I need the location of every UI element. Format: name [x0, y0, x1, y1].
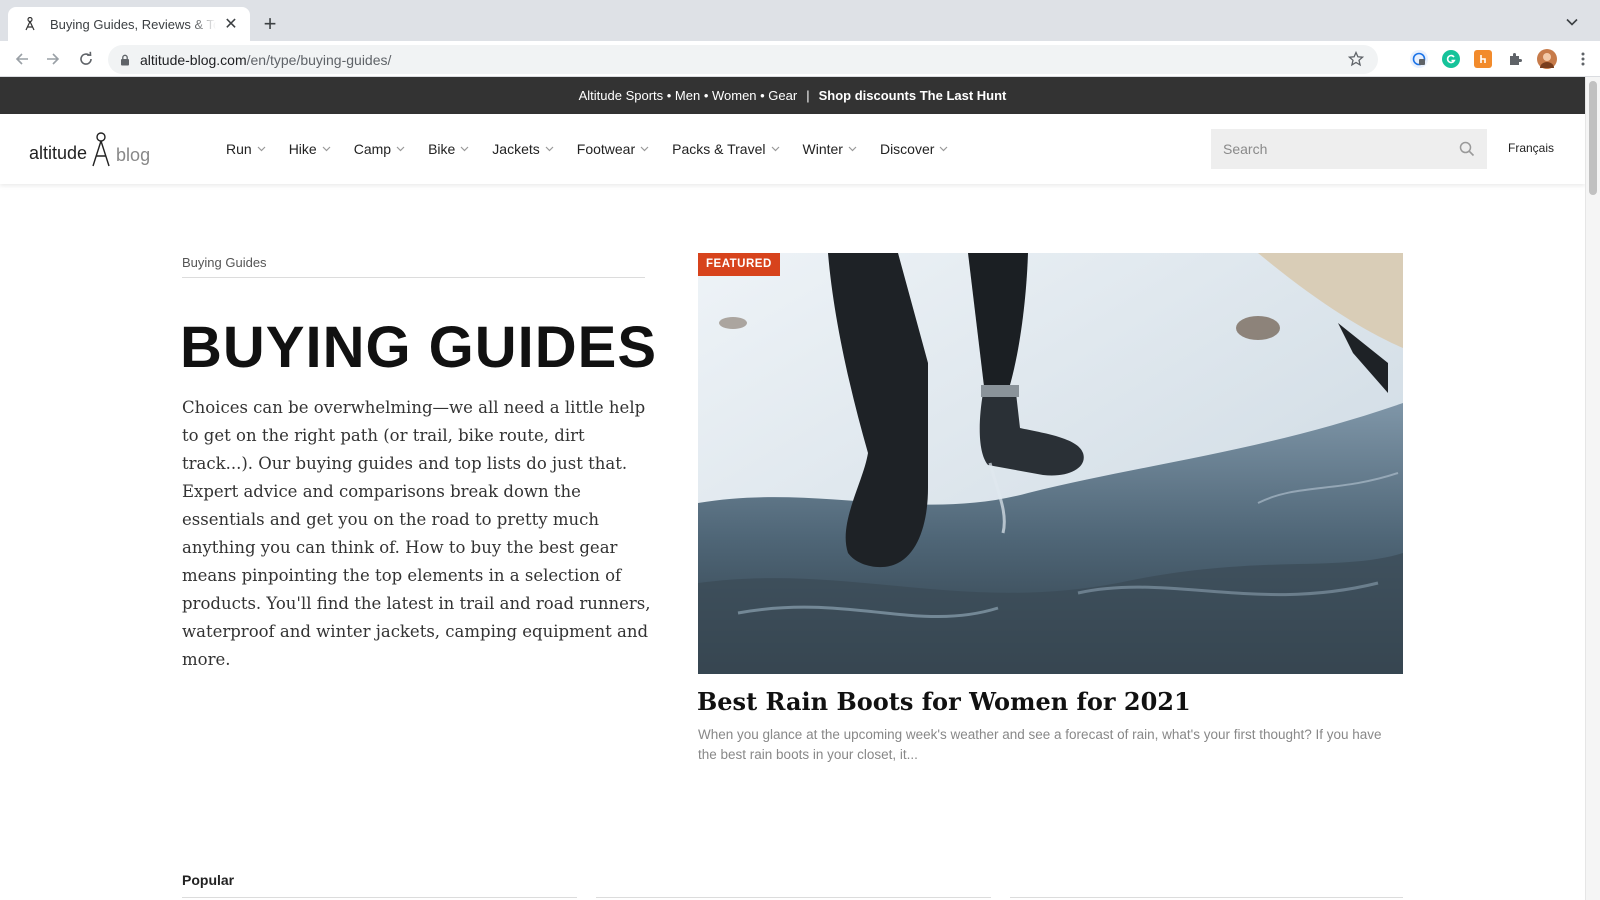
chevron-down-icon	[322, 146, 331, 152]
promo-bar: Altitude Sports • Men • Women • Gear | S…	[0, 77, 1585, 114]
promo-cta-link[interactable]: Shop discounts The Last Hunt	[819, 88, 1007, 103]
logo-word-blog: blog	[116, 145, 151, 165]
nav-label: Hike	[288, 141, 317, 157]
forward-arrow-icon[interactable]	[43, 49, 63, 69]
altitude-favicon-icon	[22, 16, 38, 32]
promo-separator: |	[806, 88, 810, 103]
featured-article-image[interactable]	[698, 253, 1403, 674]
nav-item-winter[interactable]: Winter	[803, 141, 857, 157]
nav-label: Discover	[879, 141, 935, 157]
back-arrow-icon[interactable]	[12, 49, 32, 69]
browser-tab[interactable]: Buying Guides, Reviews & Top Lists | Alt…	[8, 7, 250, 41]
featured-badge: FEATURED	[698, 253, 780, 276]
main-navigation: Run Hike Camp Bike Jackets Footwear Pack…	[226, 114, 971, 184]
popular-section-label: Popular	[182, 872, 235, 888]
logo-figure-icon	[92, 132, 110, 167]
address-bar[interactable]: altitude-blog.com/en/type/buying-guides/	[108, 45, 1378, 74]
site-logo[interactable]: altitude blog	[29, 128, 150, 168]
close-tab-icon[interactable]: ✕	[222, 15, 240, 33]
featured-article-title[interactable]: Best Rain Boots for Women for 2021	[697, 687, 1191, 716]
nav-item-run[interactable]: Run	[226, 141, 266, 157]
nav-label: Camp	[353, 141, 392, 157]
chevron-down-icon	[257, 146, 266, 152]
lock-icon	[118, 53, 132, 67]
nav-item-jackets[interactable]: Jackets	[492, 141, 554, 157]
chevron-down-icon	[396, 146, 405, 152]
nav-item-bike[interactable]: Bike	[428, 141, 469, 157]
profile-avatar[interactable]	[1537, 49, 1557, 69]
grammarly-extension-icon[interactable]	[1442, 50, 1460, 68]
popular-column-divider	[182, 897, 577, 898]
chevron-down-icon	[460, 146, 469, 152]
nav-label: Jackets	[492, 141, 540, 157]
language-switch-link[interactable]: Français	[1508, 141, 1554, 155]
intro-paragraph: Choices can be overwhelming—we all need …	[182, 398, 651, 669]
page-scrollbar[interactable]	[1585, 77, 1600, 900]
site-header: altitude blog Run Hike Camp Bike Jackets…	[0, 114, 1585, 184]
nav-item-footwear[interactable]: Footwear	[577, 141, 649, 157]
tab-search-chevron-icon[interactable]	[1564, 14, 1580, 30]
chevron-down-icon	[545, 146, 554, 152]
nav-item-discover[interactable]: Discover	[880, 141, 948, 157]
nav-item-packs-travel[interactable]: Packs & Travel	[672, 141, 779, 157]
bookmark-star-icon[interactable]	[1347, 50, 1365, 67]
logo-word-altitude: altitude	[29, 143, 88, 163]
chevron-down-icon	[640, 146, 649, 152]
chevron-down-icon	[848, 146, 857, 152]
breadcrumb-divider	[182, 277, 645, 278]
nav-item-hike[interactable]: Hike	[289, 141, 331, 157]
extension-shield-icon[interactable]	[1410, 50, 1428, 68]
url-host: altitude-blog.com	[140, 51, 247, 68]
scrollbar-thumb[interactable]	[1589, 81, 1597, 195]
promo-links[interactable]: Altitude Sports • Men • Women • Gear	[579, 88, 798, 103]
nav-label: Run	[226, 141, 252, 157]
breadcrumb[interactable]: Buying Guides	[182, 255, 267, 270]
featured-article-excerpt: When you glance at the upcoming week's w…	[698, 727, 1382, 762]
search-input[interactable]	[1223, 141, 1459, 157]
browser-menu-icon[interactable]	[1574, 50, 1592, 68]
url-text: altitude-blog.com/en/type/buying-guides/	[140, 52, 391, 68]
nav-label: Bike	[428, 141, 456, 157]
site-search	[1211, 129, 1487, 169]
honey-extension-icon[interactable]	[1474, 50, 1492, 68]
reload-icon[interactable]	[76, 49, 96, 69]
chevron-down-icon	[939, 146, 948, 152]
chevron-down-icon	[771, 146, 779, 152]
extensions-puzzle-icon[interactable]	[1506, 50, 1524, 68]
nav-label: Footwear	[576, 141, 636, 157]
url-path: /en/type/buying-guides/	[246, 51, 392, 68]
new-tab-button[interactable]: +	[258, 12, 282, 36]
nav-label: Packs & Travel	[672, 141, 766, 157]
browser-tabstrip: Buying Guides, Reviews & Top Lists | Alt…	[0, 0, 1600, 41]
page-title: BUYING GUIDES	[180, 315, 658, 380]
popular-column-divider	[596, 897, 991, 898]
popular-column-divider	[1010, 897, 1403, 898]
browser-toolbar: altitude-blog.com/en/type/buying-guides/	[0, 41, 1600, 77]
search-icon[interactable]	[1459, 141, 1475, 157]
nav-item-camp[interactable]: Camp	[354, 141, 405, 157]
tab-title: Buying Guides, Reviews & Top Lists | Alt…	[50, 16, 216, 32]
nav-label: Winter	[802, 141, 843, 157]
